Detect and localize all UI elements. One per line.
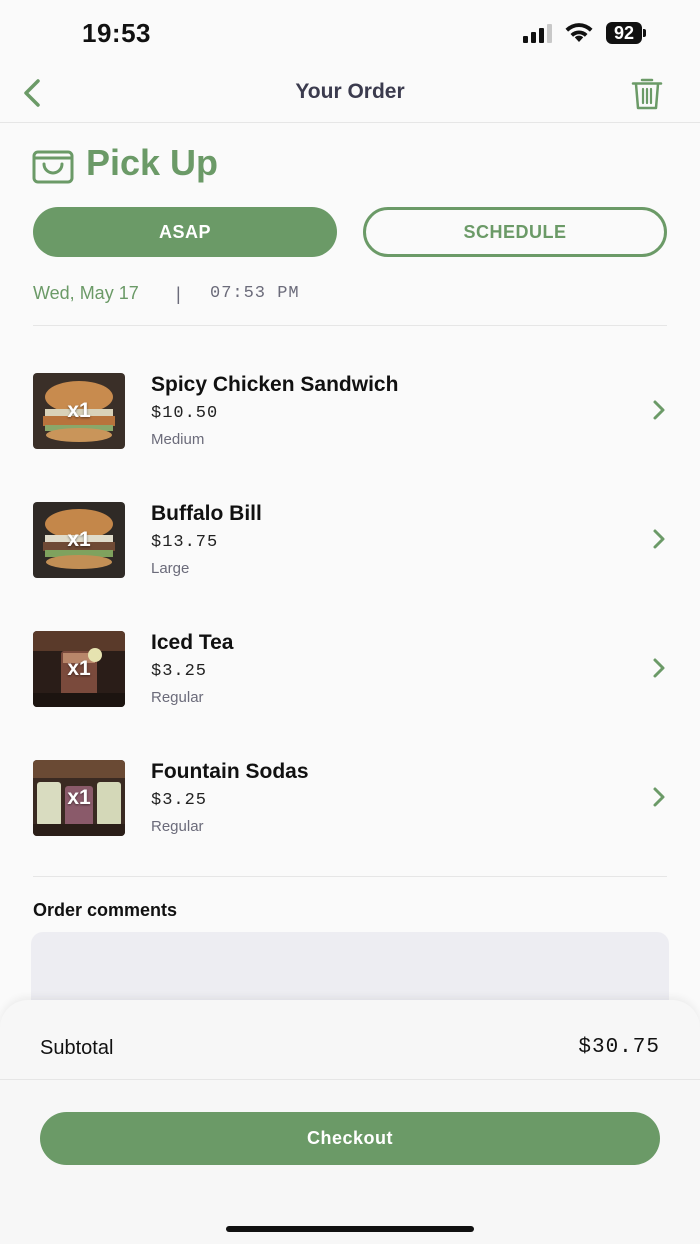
- page-title: Your Order: [295, 80, 405, 103]
- summary-divider: [0, 1079, 700, 1080]
- item-name: Fountain Sodas: [151, 760, 309, 783]
- item-thumbnail: x1: [33, 373, 125, 449]
- home-indicator: [226, 1226, 474, 1232]
- order-item[interactable]: x1 Spicy Chicken Sandwich $10.50 Medium: [0, 373, 700, 453]
- item-quantity: x1: [67, 657, 91, 680]
- item-name: Iced Tea: [151, 631, 234, 654]
- pickup-title: Pick Up: [86, 142, 219, 183]
- status-icons: 92: [522, 22, 646, 44]
- item-size: Regular: [151, 689, 204, 706]
- date-time-separator: |: [176, 284, 181, 304]
- item-price: $3.25: [151, 662, 208, 681]
- schedule-button[interactable]: SCHEDULE: [363, 207, 667, 257]
- order-item[interactable]: x1 Buffalo Bill $13.75 Large: [0, 502, 700, 582]
- wifi-icon: [565, 23, 593, 42]
- order-comments-label: Order comments: [33, 900, 178, 920]
- chevron-right-icon: [653, 787, 665, 807]
- order-item[interactable]: x1 Fountain Sodas $3.25 Regular: [0, 760, 700, 840]
- item-name: Spicy Chicken Sandwich: [151, 373, 399, 396]
- item-quantity: x1: [67, 786, 91, 809]
- item-size: Large: [151, 560, 190, 577]
- item-thumbnail: x1: [33, 760, 125, 836]
- battery-level: 92: [605, 22, 642, 44]
- cellular-signal-icon: [522, 23, 552, 43]
- item-thumbnail: x1: [33, 631, 125, 707]
- item-name: Buffalo Bill: [151, 502, 262, 525]
- subtotal-value: $30.75: [578, 1036, 660, 1059]
- item-quantity: x1: [67, 399, 91, 422]
- section-divider: [33, 325, 667, 326]
- item-size: Regular: [151, 818, 204, 835]
- chevron-right-icon: [653, 658, 665, 678]
- subtotal-label: Subtotal: [40, 1037, 114, 1059]
- shopping-bag-icon: [32, 150, 74, 184]
- pickup-date: Wed, May 17: [33, 283, 139, 303]
- item-price: $3.25: [151, 791, 208, 810]
- checkout-button[interactable]: Checkout: [40, 1112, 660, 1165]
- trash-icon: [631, 78, 663, 110]
- header-divider: [0, 122, 700, 123]
- order-item[interactable]: x1 Iced Tea $3.25 Regular: [0, 631, 700, 711]
- item-price: $10.50: [151, 404, 219, 423]
- clear-order-button[interactable]: [628, 74, 666, 112]
- battery-icon: 92: [605, 22, 646, 44]
- item-size: Medium: [151, 431, 205, 448]
- section-divider: [33, 876, 667, 877]
- chevron-right-icon: [653, 529, 665, 549]
- item-quantity: x1: [67, 528, 91, 551]
- asap-button[interactable]: ASAP: [33, 207, 337, 257]
- status-time: 19:53: [82, 18, 151, 48]
- item-price: $13.75: [151, 533, 219, 552]
- item-thumbnail: x1: [33, 502, 125, 578]
- chevron-right-icon: [653, 400, 665, 420]
- pickup-time: 07:53 PM: [210, 284, 300, 303]
